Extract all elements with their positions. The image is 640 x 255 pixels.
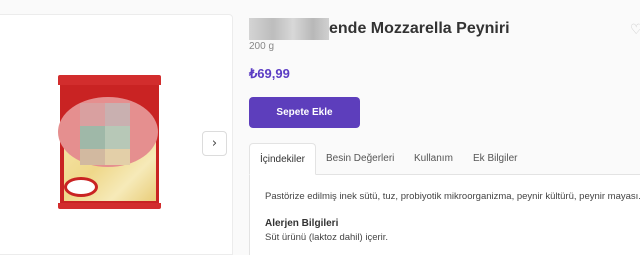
next-image-button[interactable]: ›	[202, 131, 227, 156]
tab-ingredients[interactable]: İçindekiler	[249, 143, 316, 175]
allergen-text: Süt ürünü (laktoz dahil) içerir.	[265, 232, 389, 243]
product-title: ende Mozzarella Peyniri	[329, 20, 510, 37]
product-weight: 200 g	[249, 41, 275, 52]
blur-cell	[80, 149, 105, 165]
blur-cell	[105, 103, 130, 126]
tab-usage[interactable]: Kullanım	[414, 143, 453, 175]
blurred-brand-name	[249, 18, 329, 40]
allergen-heading: Alerjen Bilgileri	[265, 218, 339, 229]
tab-nutrition[interactable]: Besin Değerleri	[326, 143, 394, 175]
heart-icon[interactable]: ♡	[630, 22, 640, 38]
package-bottom-seal	[58, 203, 161, 209]
package-top-seal	[58, 75, 161, 85]
product-tabs: İçindekiler Besin Değerleri Kullanım Ek …	[249, 143, 640, 175]
ingredients-text: Pastörize edilmiş inek sütü, tuz, probiy…	[265, 191, 640, 202]
package-bowl-illustration	[64, 177, 98, 197]
blur-cell	[80, 103, 105, 126]
blur-cell	[105, 126, 130, 149]
blur-cell	[105, 149, 130, 165]
chevron-right-icon: ›	[211, 136, 218, 151]
blurred-brand-logo	[58, 97, 158, 167]
product-image	[58, 75, 161, 209]
add-to-cart-button[interactable]: Sepete Ekle	[249, 97, 360, 128]
product-price: ₺69,99	[249, 66, 290, 81]
tab-extra-info[interactable]: Ek Bilgiler	[473, 143, 517, 175]
blur-cell	[80, 126, 105, 149]
tab-content-panel	[249, 175, 640, 255]
